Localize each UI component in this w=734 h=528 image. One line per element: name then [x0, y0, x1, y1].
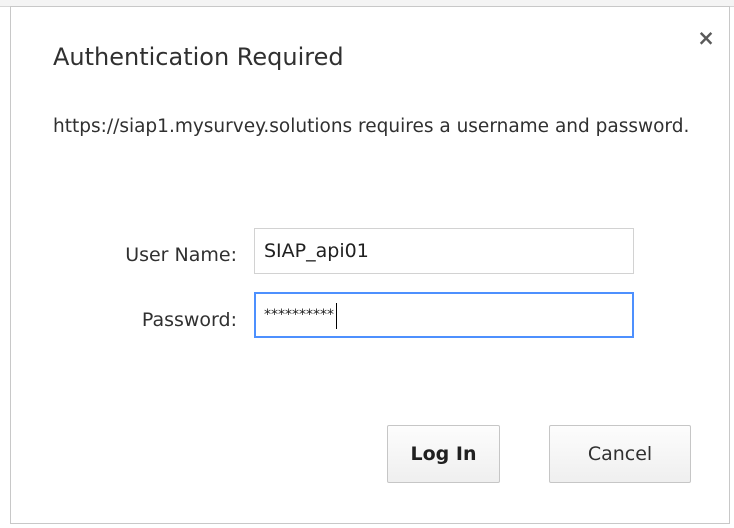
- username-input[interactable]: SIAP_api01: [254, 228, 634, 274]
- password-input[interactable]: **********: [254, 292, 634, 338]
- username-value: SIAP_api01: [264, 240, 369, 262]
- dialog-title: Authentication Required: [53, 43, 344, 71]
- text-caret: [336, 302, 337, 329]
- login-button[interactable]: Log In: [387, 425, 500, 483]
- password-label: Password:: [141, 309, 237, 331]
- close-icon[interactable]: ×: [695, 25, 717, 51]
- auth-dialog: × Authentication Required https://siap1.…: [10, 6, 730, 524]
- password-mask: **********: [264, 307, 334, 323]
- cancel-button[interactable]: Cancel: [549, 425, 691, 483]
- username-label: User Name:: [125, 244, 237, 266]
- dialog-message: https://siap1.mysurvey.solutions require…: [53, 116, 690, 137]
